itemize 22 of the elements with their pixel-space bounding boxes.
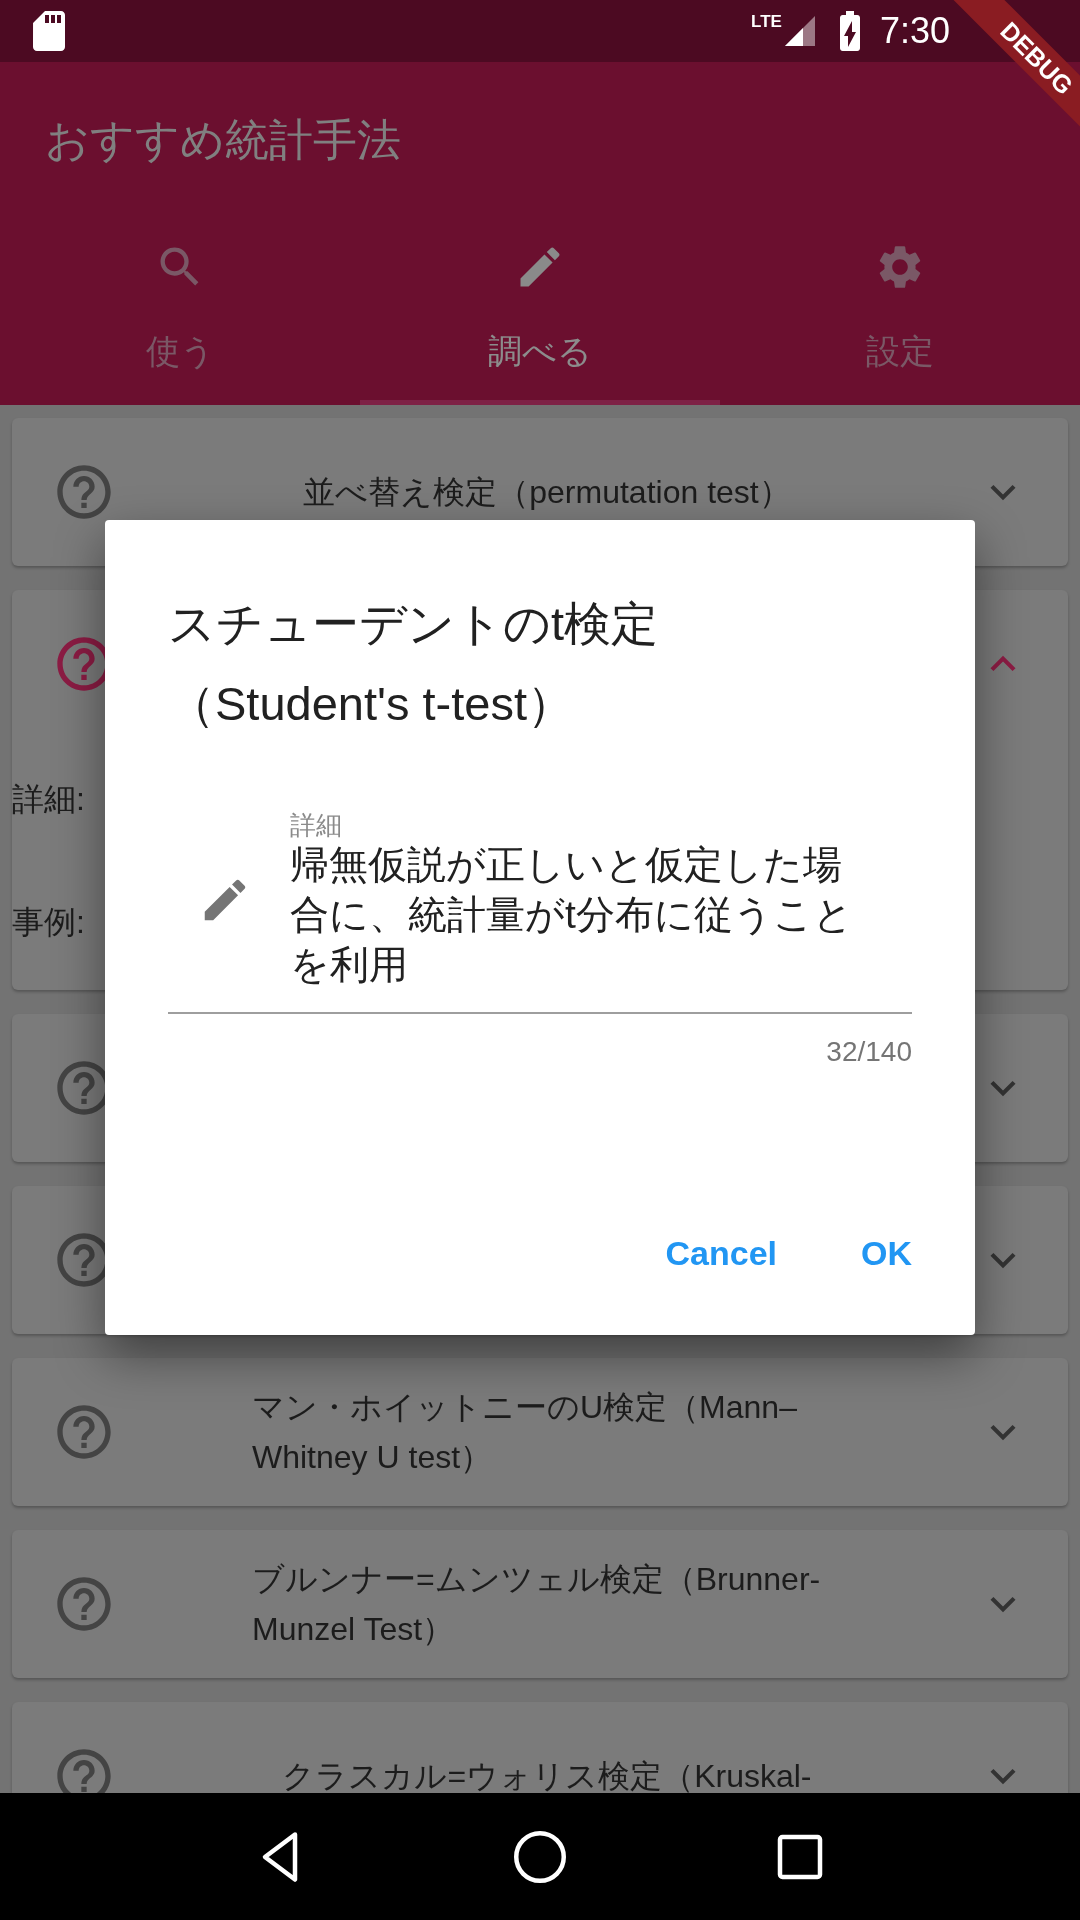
method-title: クラスカル=ウォリス検定（Kruskal-	[282, 1757, 812, 1793]
character-counter: 32/140	[826, 1036, 912, 1068]
field-label: 詳細	[290, 810, 343, 840]
method-card[interactable]: ブルンナー=ムンツェル検定（Brunner-Munzel Test）	[12, 1530, 1068, 1678]
method-title: マン・ホイットニーのU検定（Mann–Whitney U test）	[252, 1388, 798, 1477]
clock-time: 7:30	[879, 10, 950, 52]
field-value: 帰無仮説が正しいと仮定した場合に、統計量がt分布に従うことを利用	[290, 842, 854, 988]
field-label: 事例:	[12, 902, 85, 942]
network-type: LTE	[751, 12, 782, 32]
tab[interactable]: 調べる	[360, 218, 720, 405]
dialog-title: スチューデントのt検定（Student's t-test）	[168, 596, 660, 732]
dialog-button[interactable]: Cancel	[637, 1214, 805, 1293]
sd-card-icon	[32, 11, 66, 51]
method-card[interactable]: マン・ホイットニーのU検定（Mann–Whitney U test）	[12, 1358, 1068, 1506]
app-title: おすすめ統計手法	[45, 113, 401, 166]
method-title: ブルンナー=ムンツェル検定（Brunner-Munzel Test）	[252, 1560, 822, 1649]
battery-charging-icon	[837, 11, 862, 51]
method-card[interactable]: クラスカル=ウォリス検定（Kruskal-	[12, 1702, 1068, 1793]
detail-field[interactable]: 詳細 帰無仮説が正しいと仮定した場合に、統計量がt分布に従うことを利用	[168, 810, 912, 1014]
field-label: 詳細:	[12, 779, 85, 819]
method-title: 並べ替え検定（permutation test）	[303, 473, 791, 512]
dialog-button[interactable]: OK	[833, 1214, 940, 1293]
